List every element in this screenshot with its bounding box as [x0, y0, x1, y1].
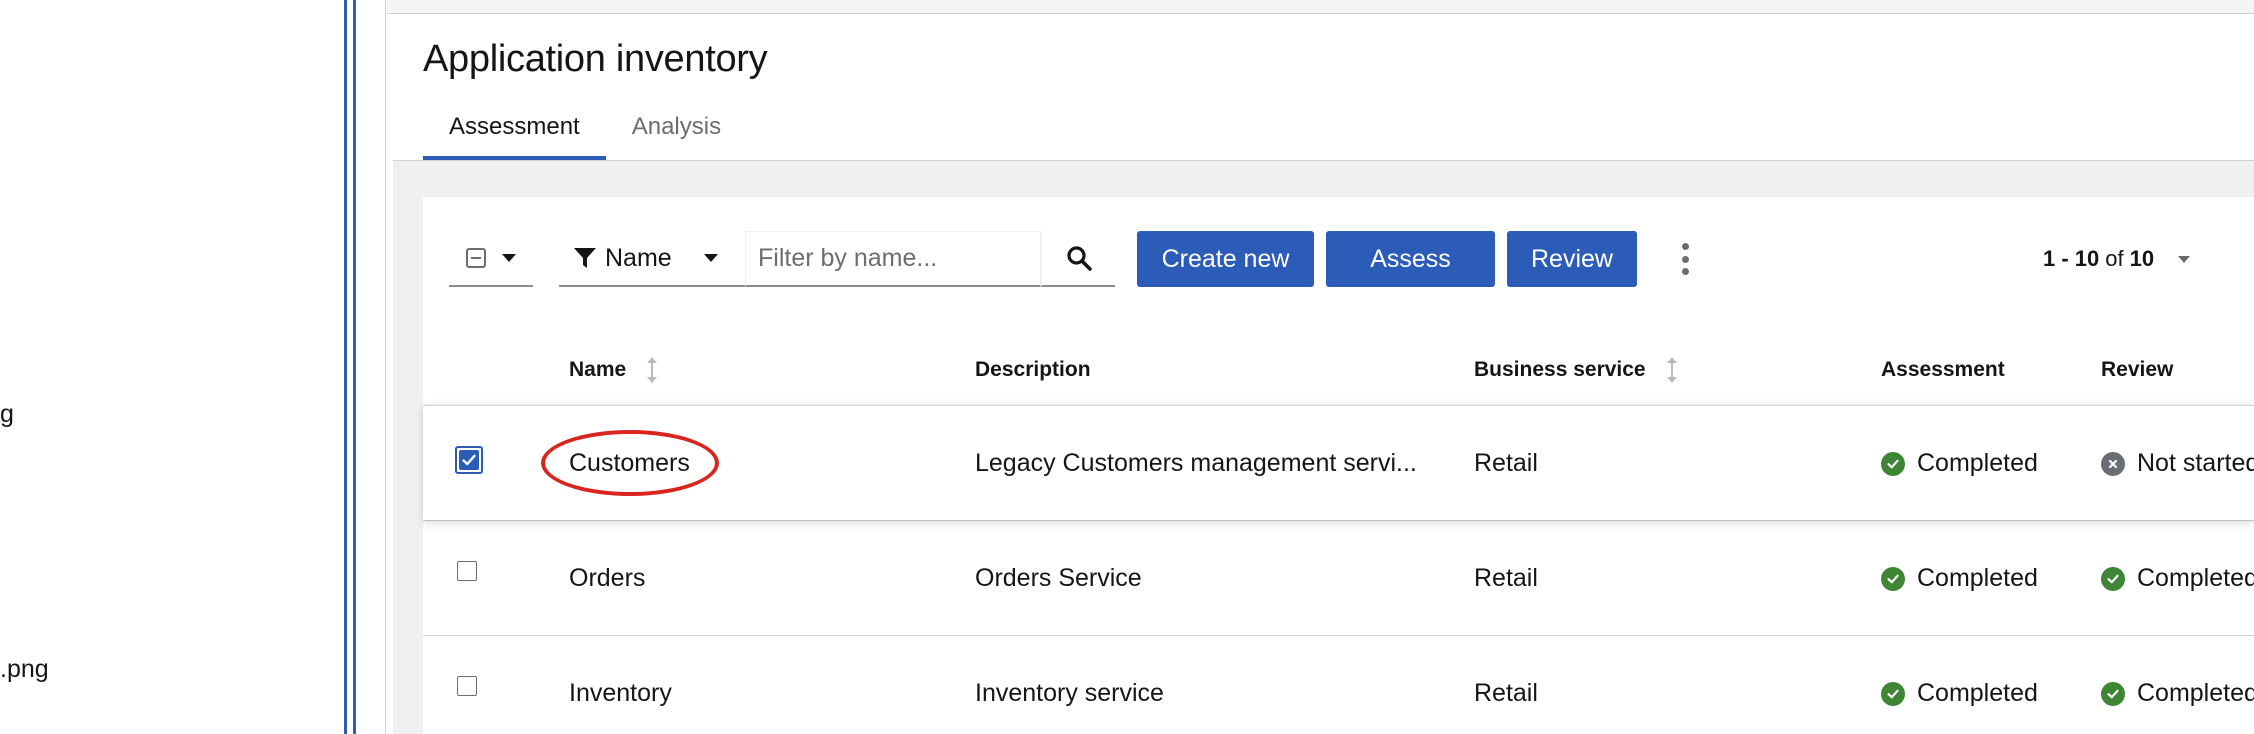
pagination-total: 10	[2129, 246, 2155, 271]
filter-category-label: Name	[605, 243, 672, 272]
check-icon	[462, 454, 476, 466]
review-status: Not started	[2137, 449, 2254, 477]
review-button[interactable]: Review	[1507, 231, 1637, 287]
cell-name[interactable]: Inventory	[569, 636, 672, 734]
caret-down-icon	[502, 254, 516, 262]
cell-review: Completed	[2101, 521, 2254, 636]
check-circle-icon	[1881, 451, 1905, 476]
row-select-checkbox[interactable]	[457, 561, 477, 581]
cell-description: Inventory service	[975, 679, 1164, 707]
cell-assessment: Completed	[1881, 521, 2038, 636]
cell-assessment: Completed	[1881, 406, 2038, 521]
sidebar-gap	[356, 0, 386, 734]
search-icon	[1066, 246, 1092, 271]
bulk-select-checkbox-icon	[466, 248, 486, 268]
column-header-description: Description	[975, 358, 1091, 381]
main-content: Application inventory Assessment Analysi…	[387, 0, 2254, 734]
table-row[interactable]: Inventory Inventory service Retail Compl…	[423, 635, 2254, 734]
create-new-button[interactable]: Create new	[1137, 231, 1314, 287]
page-title: Application inventory	[423, 38, 768, 80]
table-row[interactable]: Orders Orders Service Retail Completed C…	[423, 520, 2254, 635]
filter-search-input[interactable]	[745, 231, 1041, 287]
cell-description: Orders Service	[975, 564, 1142, 592]
pagination-range: 1 - 10	[2043, 246, 2100, 271]
review-status: Completed	[2137, 564, 2254, 592]
search-button[interactable]	[1041, 231, 1115, 287]
filter-icon	[574, 248, 596, 268]
check-circle-icon	[1881, 566, 1905, 591]
caret-down-icon	[703, 254, 718, 262]
table-header: Name Description Business service Assess…	[423, 327, 2254, 413]
check-circle-icon	[2101, 566, 2125, 591]
check-circle-icon	[2101, 681, 2125, 706]
row-select-checkbox[interactable]	[455, 446, 483, 474]
column-header-review: Review	[2101, 358, 2174, 381]
assessment-status: Completed	[1917, 564, 2038, 592]
tab-assessment[interactable]: Assessment	[423, 112, 606, 160]
filter-category-dropdown[interactable]: Name	[559, 231, 745, 287]
left-panel: g .png	[0, 0, 345, 734]
cell-business-service: Retail	[1474, 679, 1538, 707]
left-panel-text-fragment: .png	[0, 655, 49, 683]
cell-review: Completed	[2101, 636, 2254, 734]
cell-name[interactable]: Orders	[569, 521, 645, 636]
assessment-status: Completed	[1917, 679, 2038, 707]
cell-assessment: Completed	[1881, 636, 2038, 734]
kebab-menu-icon[interactable]	[1675, 241, 1695, 277]
row-select-checkbox[interactable]	[457, 676, 477, 696]
table-row[interactable]: Customers Legacy Customers management se…	[423, 405, 2254, 520]
cell-description: Legacy Customers management servi...	[975, 449, 1417, 477]
assessment-status: Completed	[1917, 449, 2038, 477]
inventory-card: Name Create new Assess Review 1 - 10 of …	[423, 197, 2254, 734]
times-circle-icon	[2101, 451, 2125, 476]
tab-analysis[interactable]: Analysis	[606, 112, 747, 160]
window-divider[interactable]	[344, 0, 356, 734]
left-panel-text-fragment: g	[0, 400, 14, 428]
cell-business-service: Retail	[1474, 564, 1538, 592]
cell-name[interactable]: Customers	[569, 406, 690, 521]
sort-icon	[646, 357, 658, 383]
pagination-dropdown[interactable]: 1 - 10 of 10	[2043, 241, 2191, 277]
cell-business-service: Retail	[1474, 449, 1538, 477]
pagination-of: of	[2105, 246, 2124, 271]
tab-bar: Assessment Analysis	[423, 112, 747, 160]
assess-button[interactable]: Assess	[1326, 231, 1495, 287]
caret-down-icon	[2178, 255, 2191, 263]
check-circle-icon	[1881, 681, 1905, 706]
column-header-name[interactable]: Name	[569, 327, 658, 413]
column-header-business-service[interactable]: Business service	[1474, 327, 1678, 413]
cell-review: Not started	[2101, 406, 2254, 521]
sort-icon	[1666, 357, 1678, 383]
column-header-assessment: Assessment	[1881, 358, 2005, 381]
masthead-edge	[387, 0, 2254, 14]
review-status: Completed	[2137, 679, 2254, 707]
bulk-select-dropdown[interactable]	[449, 231, 533, 287]
